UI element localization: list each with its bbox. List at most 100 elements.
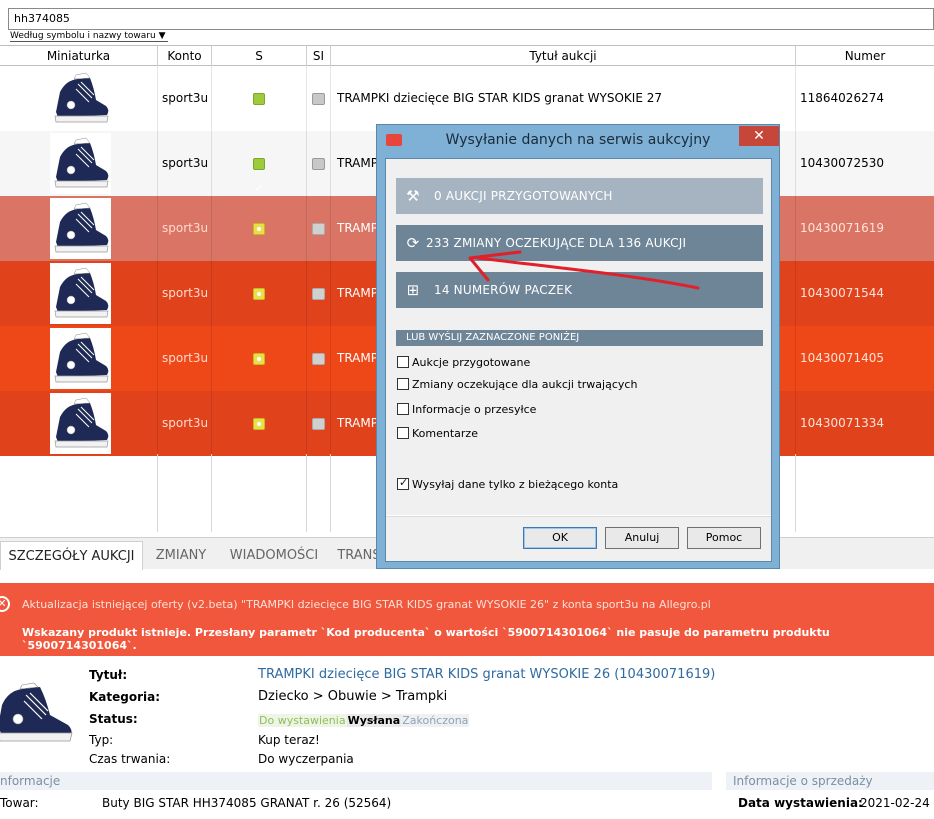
send-parcel-numbers-button[interactable]: ⊞ 14 NUMERÓW PACZEK xyxy=(396,272,763,308)
number-cell: 11864026274 xyxy=(800,91,884,105)
document-icon xyxy=(312,352,325,365)
number-cell: 10430071544 xyxy=(800,286,884,300)
dialog-client: ⚒ 0 AUKCJI PRZYGOTOWANYCH ⟳ 233 ZMIANY O… xyxy=(385,158,772,562)
checkbox-label: Aukcje przygotowane xyxy=(412,356,531,369)
tab-auction-details[interactable]: SZCZEGÓŁY AUKCJI xyxy=(0,541,143,570)
col-header-si[interactable]: SI xyxy=(307,46,331,66)
shoe-icon xyxy=(50,198,111,259)
send-data-dialog: Wysyłanie danych na serwis aukcyjny ✕ ⚒ … xyxy=(376,124,780,569)
status-cell xyxy=(212,326,307,391)
error-icon: ✕ xyxy=(0,596,10,612)
type-value: Kup teraz! xyxy=(258,733,320,747)
col-header-s[interactable]: S xyxy=(212,46,307,66)
type-label: Typ: xyxy=(89,733,114,747)
checkbox-shipping-info[interactable]: Informacje o przesyłce xyxy=(397,403,536,416)
account-cell: sport3u xyxy=(158,391,212,456)
sale-info-section-header: Informacje o sprzedaży xyxy=(726,772,934,790)
si-cell xyxy=(307,391,331,456)
check-status-icon xyxy=(253,91,265,131)
number-cell: 10430071334 xyxy=(800,416,884,430)
dialog-titlebar[interactable]: Wysyłanie danych na serwis aukcyjny ✕ xyxy=(377,125,779,157)
checkbox-label: Informacje o przesyłce xyxy=(412,403,537,416)
si-cell xyxy=(307,131,331,196)
chevron-down-icon: ▼ xyxy=(158,31,166,41)
category-label: Kategoria: xyxy=(89,690,161,704)
pending-status-icon xyxy=(253,417,265,430)
shoe-icon xyxy=(50,328,111,389)
send-selected-header: LUB WYŚLIJ ZAZNACZONE PONIŻEJ xyxy=(396,330,763,346)
si-cell xyxy=(307,326,331,391)
pending-status-icon xyxy=(253,352,265,365)
checkbox-box-checked[interactable] xyxy=(397,476,409,490)
sort-dropdown[interactable]: Według symbolu i nazwy towaru ▼ xyxy=(10,31,168,42)
account-cell: sport3u xyxy=(158,66,212,131)
number-cell: 10430071405 xyxy=(800,351,884,365)
checkbox-comments[interactable]: Komentarze xyxy=(397,427,478,440)
thumbnail-cell xyxy=(0,66,158,131)
si-cell xyxy=(307,261,331,326)
si-cell xyxy=(307,66,331,131)
shoe-icon xyxy=(50,393,111,454)
help-button[interactable]: Pomoc xyxy=(687,527,761,549)
col-header-account[interactable]: Konto xyxy=(158,46,212,66)
shoe-icon xyxy=(50,68,111,129)
checkbox-current-account-only[interactable]: Wysyłaj dane tylko z bieżącego konta xyxy=(397,476,619,491)
checkbox-box[interactable] xyxy=(397,356,409,368)
listing-date-value: 2021-02-24 xyxy=(860,796,930,810)
status-cell xyxy=(212,66,307,131)
dialog-title: Wysyłanie danych na serwis aukcyjny xyxy=(445,132,711,148)
account-cell: sport3u xyxy=(158,196,212,261)
refresh-icon: ⟳ xyxy=(406,234,420,252)
send-pending-changes-label: 233 ZMIANY OCZEKUJĄCE DLA 136 AUKCJI xyxy=(426,236,687,250)
title-label: Tytuł: xyxy=(89,668,128,682)
document-icon xyxy=(312,222,325,235)
si-cell xyxy=(307,196,331,261)
col-header-number[interactable]: Numer xyxy=(796,46,934,66)
cancel-button[interactable]: Anuluj xyxy=(605,527,679,549)
status-chip-sent: Wysłana xyxy=(346,714,402,727)
thumbnail-cell xyxy=(0,131,158,196)
send-parcel-numbers-label: 14 NUMERÓW PACZEK xyxy=(434,283,573,297)
dialog-footer: OK Anuluj Pomoc xyxy=(386,516,771,561)
status-cell xyxy=(212,196,307,261)
checkbox-box[interactable] xyxy=(397,427,409,439)
auction-title-link[interactable]: TRAMPKI dziecięce BIG STAR KIDS granat W… xyxy=(258,667,715,682)
duration-label: Czas trwania: xyxy=(89,752,171,766)
status-cell xyxy=(212,391,307,456)
search-input[interactable]: hh374085 xyxy=(8,8,934,30)
dialog-body: ⚒ 0 AUKCJI PRZYGOTOWANYCH ⟳ 233 ZMIANY O… xyxy=(386,159,771,515)
checkbox-label: Komentarze xyxy=(412,427,478,440)
col-header-title[interactable]: Tytuł aukcji xyxy=(331,46,796,66)
account-cell: sport3u xyxy=(158,261,212,326)
thumbnail-cell xyxy=(0,261,158,326)
thumbnail-cell xyxy=(0,391,158,456)
number-cell: 10430072530 xyxy=(800,156,884,170)
document-icon xyxy=(312,287,325,300)
checkbox-box[interactable] xyxy=(397,378,409,390)
tab-messages[interactable]: WIADOMOŚCI xyxy=(219,541,329,570)
error-message: Wskazany produkt istnieje. Przesłany par… xyxy=(22,626,830,652)
product-value: Buty BIG STAR HH374085 GRANAT r. 26 (525… xyxy=(102,796,392,810)
title-cell: TRAMPKI dziecięce BIG STAR KIDS granat W… xyxy=(331,66,796,131)
checkbox-label: Wysyłaj dane tylko z bieżącego konta xyxy=(412,478,619,491)
checkbox-box[interactable] xyxy=(397,403,409,415)
close-icon[interactable]: ✕ xyxy=(739,126,779,146)
account-cell: sport3u xyxy=(158,131,212,196)
thumbnail-cell xyxy=(0,196,158,261)
send-prepared-auctions-button[interactable]: ⚒ 0 AUKCJI PRZYGOTOWANYCH xyxy=(396,178,763,214)
status-chip-finished: Zakończona xyxy=(401,714,470,727)
ok-button[interactable]: OK xyxy=(523,527,597,549)
error-banner: ✕ Aktualizacja istniejącej oferty (v2.be… xyxy=(0,583,934,656)
number-cell: 10430071619 xyxy=(800,221,884,235)
checkbox-prepared-auctions[interactable]: Aukcje przygotowane xyxy=(397,356,530,369)
grid-header: Miniaturka Konto S SI Tytuł aukcji Numer xyxy=(0,45,934,66)
col-header-thumbnail[interactable]: Miniaturka xyxy=(0,46,158,66)
account-cell: sport3u xyxy=(158,326,212,391)
pending-status-icon xyxy=(253,287,265,300)
table-row[interactable]: sport3u TRAMPKI dziecięce BIG STAR KIDS g… xyxy=(0,66,934,131)
document-icon xyxy=(312,157,325,170)
tab-changes[interactable]: ZMIANY xyxy=(143,541,219,570)
checkbox-pending-changes[interactable]: Zmiany oczekujące dla aukcji trwających xyxy=(397,378,637,391)
product-label: Towar: xyxy=(0,796,39,810)
send-pending-changes-button[interactable]: ⟳ 233 ZMIANY OCZEKUJĄCE DLA 136 AUKCJI xyxy=(396,225,763,261)
